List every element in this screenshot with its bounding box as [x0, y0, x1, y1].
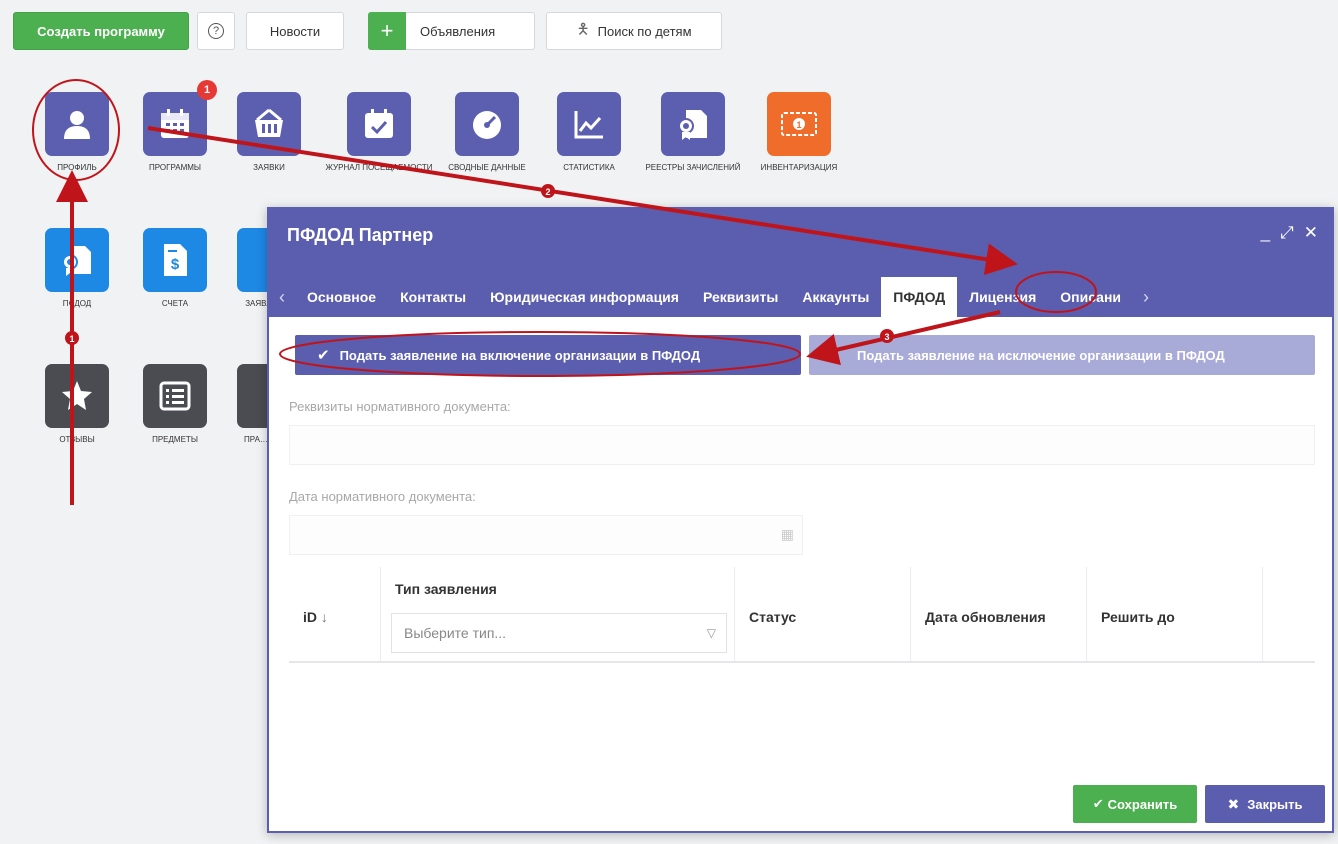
- tile-applications[interactable]: Заявки: [214, 92, 324, 173]
- help-button[interactable]: ?: [197, 12, 235, 50]
- annotation-step-1: 1: [69, 334, 74, 344]
- exclude-application-button[interactable]: Подать заявление на исключение организац…: [809, 335, 1315, 375]
- save-button-label: Сохранить: [1107, 796, 1178, 812]
- kids-search-label: Поиск по детям: [597, 23, 692, 39]
- tile-label: Статистика: [563, 163, 615, 172]
- column-deadline[interactable]: Решить до: [1087, 567, 1263, 661]
- column-header: Решить до: [1101, 609, 1175, 625]
- tab-requisites[interactable]: Реквизиты: [691, 277, 790, 317]
- save-button[interactable]: ✔ Сохранить: [1073, 785, 1197, 823]
- partner-dialog: ПФДОД Партнер _ ⤢ ✕ ‹ Основное Контакты …: [267, 207, 1334, 833]
- create-program-button[interactable]: Создать программу: [13, 12, 189, 50]
- tile-label: ПФДОД: [62, 299, 92, 308]
- child-icon: 🯅: [576, 20, 590, 38]
- news-button[interactable]: Новости: [246, 12, 344, 50]
- tile-pfdod[interactable]: ПФДОД: [22, 228, 132, 309]
- gauge-icon: [455, 92, 519, 156]
- expand-icon[interactable]: ⤢: [1280, 223, 1294, 243]
- person-icon: [45, 92, 109, 156]
- help-icon: ?: [208, 23, 224, 39]
- tile-label: Журнал посещаемости: [325, 163, 433, 172]
- svg-text:1: 1: [796, 120, 801, 130]
- tab-pfdod[interactable]: ПФДОД: [881, 277, 958, 317]
- tile-reviews[interactable]: Отзывы: [22, 364, 132, 445]
- tile-label: Профиль: [57, 163, 97, 172]
- close-button[interactable]: ✖ Закрыть: [1205, 785, 1325, 823]
- annotation-step-2: 2: [545, 187, 550, 197]
- column-id[interactable]: iD ↓: [289, 567, 381, 661]
- tile-summary[interactable]: Сводные данные: [432, 92, 542, 173]
- type-filter-placeholder: Выберите тип...: [404, 625, 507, 641]
- list-icon: [143, 364, 207, 428]
- ads-button[interactable]: + Объявления: [368, 11, 535, 50]
- column-status[interactable]: Статус: [735, 567, 911, 661]
- document-award-icon: [661, 92, 725, 156]
- chevron-right-icon[interactable]: ›: [1133, 277, 1159, 317]
- check-icon: ✔: [1092, 796, 1104, 811]
- check-icon: ✔: [317, 347, 330, 364]
- tab-accounts[interactable]: Аккаунты: [790, 277, 881, 317]
- tab-contacts[interactable]: Контакты: [388, 277, 478, 317]
- doc-date-input[interactable]: ▦: [289, 515, 803, 555]
- tab-description[interactable]: Описани: [1048, 277, 1133, 317]
- tile-registries[interactable]: Реестры зачислений: [638, 92, 748, 173]
- kids-search-button[interactable]: 🯅 Поиск по детям: [546, 12, 722, 50]
- chart-icon: [557, 92, 621, 156]
- window-controls: _ ⤢ ✕: [1261, 223, 1318, 243]
- calendar-icon: 1: [143, 80, 217, 156]
- minimize-icon[interactable]: _: [1261, 223, 1270, 243]
- doc-requisites-label: Реквизиты нормативного документа:: [289, 399, 511, 414]
- tile-profile[interactable]: Профиль: [22, 92, 132, 173]
- svg-text:$: $: [171, 256, 180, 273]
- tile-label: Инвентаризация: [760, 163, 838, 172]
- close-icon[interactable]: ✕: [1304, 223, 1318, 243]
- tile-inventory[interactable]: 1 Инвентаризация: [744, 92, 854, 173]
- close-icon: ✖: [1227, 795, 1240, 812]
- certificate-icon: [45, 228, 109, 292]
- column-header: Статус: [749, 609, 797, 625]
- column-updated[interactable]: Дата обновления: [911, 567, 1087, 661]
- tab-bar: ‹ Основное Контакты Юридическая информац…: [269, 269, 1332, 317]
- star-icon: [45, 364, 109, 428]
- include-button-label: Подать заявление на включение организаци…: [339, 347, 701, 363]
- include-application-button[interactable]: ✔ Подать заявление на включение организа…: [295, 335, 801, 375]
- doc-requisites-input[interactable]: [289, 425, 1315, 465]
- top-toolbar: Создать программу ? Новости + Объявления…: [0, 0, 1338, 62]
- sort-icon: ↓: [320, 609, 328, 625]
- invoice-icon: $: [143, 228, 207, 292]
- close-button-label: Закрыть: [1247, 796, 1303, 812]
- dialog-header: ПФДОД Партнер _ ⤢ ✕ ‹ Основное Контакты …: [269, 209, 1332, 317]
- type-filter-select[interactable]: Выберите тип... ▽: [391, 613, 727, 653]
- applications-table-header: iD ↓ Тип заявления Выберите тип... ▽ Ста…: [289, 567, 1315, 663]
- tile-label: Заявки: [253, 163, 285, 172]
- column-header: iD ↓: [303, 609, 328, 625]
- money-icon: 1: [767, 92, 831, 156]
- chevron-down-icon: ▽: [706, 626, 716, 640]
- tab-legal-info[interactable]: Юридическая информация: [478, 277, 691, 317]
- column-header: Тип заявления: [395, 581, 497, 597]
- calendar-icon[interactable]: ▦: [781, 526, 794, 543]
- ads-label: Объявления: [420, 23, 496, 39]
- column-header: Дата обновления: [925, 609, 1046, 625]
- chevron-left-icon[interactable]: ‹: [269, 277, 295, 317]
- doc-date-label: Дата нормативного документа:: [289, 489, 476, 504]
- tile-label: Реестры зачислений: [645, 163, 741, 172]
- column-type: Тип заявления Выберите тип... ▽: [381, 567, 735, 661]
- dialog-title: ПФДОД Партнер: [287, 225, 434, 245]
- tab-license[interactable]: Лицензия: [957, 277, 1048, 317]
- basket-icon: [237, 92, 301, 156]
- calendar-check-icon: [347, 92, 411, 156]
- tile-attendance[interactable]: Журнал посещаемости: [324, 92, 434, 173]
- plus-icon: +: [368, 11, 406, 50]
- tile-statistics[interactable]: Статистика: [534, 92, 644, 173]
- tile-label: Отзывы: [59, 435, 95, 444]
- tab-main[interactable]: Основное: [295, 277, 388, 317]
- tile-label: Сводные данные: [448, 163, 526, 172]
